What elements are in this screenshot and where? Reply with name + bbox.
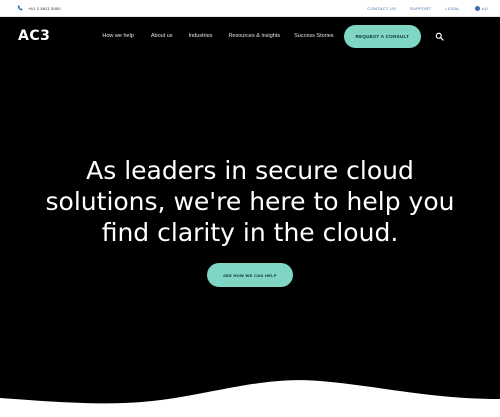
headline-line: solutions, we're here to help you xyxy=(45,187,455,216)
phone-contact[interactable]: +61 2 5811 5000 xyxy=(17,5,61,11)
contact-us-link[interactable]: CONTACT US xyxy=(367,6,396,11)
hero-section: AC3 How we help About us Industries Reso… xyxy=(0,17,500,417)
wave-divider xyxy=(0,380,500,417)
support-link[interactable]: SUPPORT xyxy=(410,6,431,11)
main-nav: AC3 How we help About us Industries Reso… xyxy=(0,17,500,55)
utility-links: CONTACT US SUPPORT LEGAL AU xyxy=(367,5,488,11)
search-icon[interactable] xyxy=(435,32,444,41)
headline-line: find clarity in the cloud. xyxy=(101,218,399,247)
nav-item-how-we-help[interactable]: How we help xyxy=(102,33,134,39)
phone-icon xyxy=(17,5,23,11)
nav-item-resources-insights[interactable]: Resources & insights xyxy=(228,33,280,39)
nav-item-success-stories[interactable]: Success Stories xyxy=(294,33,333,39)
phone-number[interactable]: +61 2 5811 5000 xyxy=(28,6,61,11)
nav-item-industries[interactable]: Industries xyxy=(189,33,213,39)
hero-headline: As leaders in secure cloud solutions, we… xyxy=(0,155,500,248)
locale-selector[interactable]: AU xyxy=(474,5,488,11)
request-consult-button[interactable]: REQUEST A CONSULT xyxy=(343,24,422,48)
globe-icon xyxy=(474,5,480,11)
ac3-logo[interactable]: AC3 xyxy=(18,28,50,44)
nav-item-about-us[interactable]: About us xyxy=(151,33,173,39)
utility-bar: +61 2 5811 5000 CONTACT US SUPPORT LEGAL… xyxy=(0,0,500,17)
see-how-we-can-help-button[interactable]: SEE HOW WE CAN HELP xyxy=(207,263,293,287)
legal-link[interactable]: LEGAL xyxy=(445,6,459,11)
headline-line: As leaders in secure cloud xyxy=(86,156,414,185)
nav-menu: How we help About us Industries Resource… xyxy=(102,24,444,48)
locale-label: AU xyxy=(481,5,488,11)
